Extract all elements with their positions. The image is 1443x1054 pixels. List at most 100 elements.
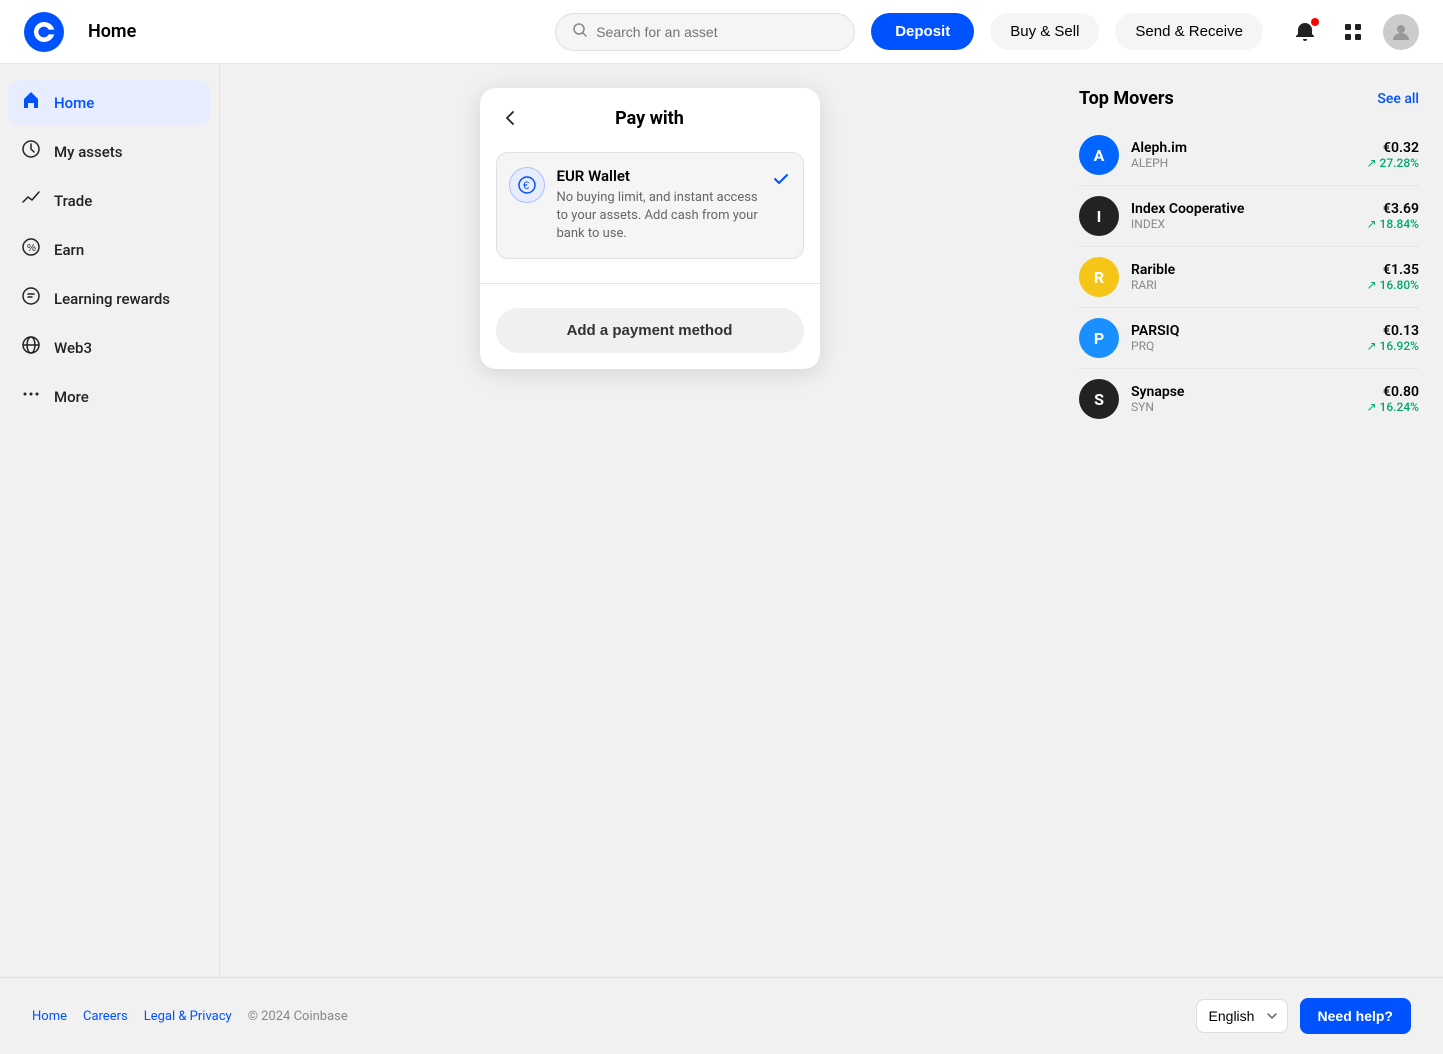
my-assets-icon bbox=[20, 139, 42, 164]
footer: Home Careers Legal & Privacy © 2024 Coin… bbox=[0, 977, 1443, 1054]
sidebar-item-my-assets-label: My assets bbox=[54, 143, 122, 161]
mover-symbol: ALEPH bbox=[1131, 156, 1355, 170]
svg-text:%: % bbox=[27, 243, 36, 254]
pay-with-modal: Pay with € EUR Wallet No buying limit, a… bbox=[480, 88, 820, 369]
mover-info: Rarible RARI bbox=[1131, 262, 1355, 292]
mover-info: PARSIQ PRQ bbox=[1131, 323, 1355, 353]
mover-price: €0.80 bbox=[1367, 384, 1420, 400]
mover-name: Aleph.im bbox=[1131, 140, 1355, 156]
eur-wallet-description: No buying limit, and instant access to y… bbox=[557, 189, 759, 244]
mover-price-info: €0.32 ↗ 27.28% bbox=[1367, 140, 1420, 170]
main-content: Pay with € EUR Wallet No buying limit, a… bbox=[220, 64, 1443, 977]
mover-price: €3.69 bbox=[1367, 201, 1420, 217]
mover-icon: A bbox=[1079, 135, 1119, 175]
eur-wallet-name: EUR Wallet bbox=[557, 167, 759, 185]
sidebar-item-home[interactable]: Home bbox=[8, 80, 211, 125]
home-icon bbox=[20, 90, 42, 115]
mover-item[interactable]: I Index Cooperative INDEX €3.69 ↗ 18.84% bbox=[1079, 186, 1419, 247]
trade-icon bbox=[20, 188, 42, 213]
mover-info: Index Cooperative INDEX bbox=[1131, 201, 1355, 231]
mover-icon: S bbox=[1079, 379, 1119, 419]
mover-price-info: €3.69 ↗ 18.84% bbox=[1367, 201, 1420, 231]
earn-icon: % bbox=[20, 237, 42, 262]
mover-price-info: €0.13 ↗ 16.92% bbox=[1367, 323, 1420, 353]
modal-body: € EUR Wallet No buying limit, and instan… bbox=[480, 144, 820, 275]
mover-change: ↗ 16.24% bbox=[1367, 400, 1420, 414]
mover-info: Aleph.im ALEPH bbox=[1131, 140, 1355, 170]
mover-change: ↗ 16.92% bbox=[1367, 339, 1420, 353]
add-payment-button[interactable]: Add a payment method bbox=[496, 308, 804, 353]
modal-footer: Add a payment method bbox=[480, 292, 820, 369]
topnav-icons bbox=[1287, 14, 1419, 50]
footer-link-careers[interactable]: Careers bbox=[83, 1009, 128, 1024]
mover-info: Synapse SYN bbox=[1131, 384, 1355, 414]
eur-wallet-option[interactable]: € EUR Wallet No buying limit, and instan… bbox=[496, 152, 804, 259]
sidebar-item-earn-label: Earn bbox=[54, 241, 84, 259]
svg-text:€: € bbox=[523, 180, 529, 192]
mover-item[interactable]: A Aleph.im ALEPH €0.32 ↗ 27.28% bbox=[1079, 125, 1419, 186]
mover-change: ↗ 27.28% bbox=[1367, 156, 1420, 170]
send-receive-button[interactable]: Send & Receive bbox=[1115, 13, 1263, 50]
right-panel: Top Movers See all A Aleph.im ALEPH €0.3… bbox=[1079, 88, 1419, 953]
sidebar-item-web3[interactable]: Web3 bbox=[8, 325, 211, 370]
footer-links: Home Careers Legal & Privacy © 2024 Coin… bbox=[32, 1009, 1176, 1024]
top-movers-header: Top Movers See all bbox=[1079, 88, 1419, 109]
language-select[interactable]: English bbox=[1196, 999, 1288, 1033]
search-icon bbox=[572, 22, 588, 42]
mover-price: €0.13 bbox=[1367, 323, 1420, 339]
mover-change: ↗ 18.84% bbox=[1367, 217, 1420, 231]
sidebar-item-trade-label: Trade bbox=[54, 192, 92, 210]
deposit-button[interactable]: Deposit bbox=[871, 13, 974, 50]
eur-wallet-icon: € bbox=[509, 167, 545, 203]
mover-symbol: PRQ bbox=[1131, 339, 1355, 353]
mover-icon: P bbox=[1079, 318, 1119, 358]
mover-item[interactable]: P PARSIQ PRQ €0.13 ↗ 16.92% bbox=[1079, 308, 1419, 369]
mover-icon: I bbox=[1079, 196, 1119, 236]
mover-price-info: €1.35 ↗ 16.80% bbox=[1367, 262, 1420, 292]
mover-change: ↗ 16.80% bbox=[1367, 278, 1420, 292]
search-bar[interactable] bbox=[555, 13, 855, 51]
modal-divider bbox=[480, 283, 820, 284]
selected-checkmark bbox=[771, 169, 791, 194]
mover-name: PARSIQ bbox=[1131, 323, 1355, 339]
footer-link-home[interactable]: Home bbox=[32, 1009, 67, 1024]
see-all-link[interactable]: See all bbox=[1377, 91, 1419, 107]
need-help-button[interactable]: Need help? bbox=[1300, 998, 1411, 1034]
sidebar-item-my-assets[interactable]: My assets bbox=[8, 129, 211, 174]
eur-wallet-info: EUR Wallet No buying limit, and instant … bbox=[557, 167, 759, 244]
sidebar-item-learning-rewards[interactable]: Learning rewards bbox=[8, 276, 211, 321]
search-input[interactable] bbox=[596, 24, 838, 40]
mover-price-info: €0.80 ↗ 16.24% bbox=[1367, 384, 1420, 414]
learning-rewards-icon bbox=[20, 286, 42, 311]
modal-back-button[interactable] bbox=[500, 108, 520, 128]
footer-right: English Need help? bbox=[1196, 998, 1411, 1034]
sidebar-item-trade[interactable]: Trade bbox=[8, 178, 211, 223]
mover-symbol: INDEX bbox=[1131, 217, 1355, 231]
more-icon bbox=[20, 384, 42, 409]
mover-item[interactable]: R Rarible RARI €1.35 ↗ 16.80% bbox=[1079, 247, 1419, 308]
modal-title: Pay with bbox=[615, 108, 684, 129]
page-title: Home bbox=[88, 21, 136, 42]
sidebar-item-earn[interactable]: % Earn bbox=[8, 227, 211, 272]
footer-copyright: © 2024 Coinbase bbox=[248, 1009, 348, 1024]
layout: Home My assets Trade % Earn Learning rew… bbox=[0, 64, 1443, 977]
sidebar-item-learning-rewards-label: Learning rewards bbox=[54, 290, 170, 308]
mover-name: Index Cooperative bbox=[1131, 201, 1355, 217]
footer-link-legal[interactable]: Legal & Privacy bbox=[144, 1009, 232, 1024]
mover-price: €1.35 bbox=[1367, 262, 1420, 278]
notifications-button[interactable] bbox=[1287, 14, 1323, 50]
grid-menu-button[interactable] bbox=[1335, 14, 1371, 50]
coinbase-logo[interactable] bbox=[24, 12, 64, 52]
sidebar-item-web3-label: Web3 bbox=[54, 339, 92, 357]
buy-sell-button[interactable]: Buy & Sell bbox=[990, 13, 1099, 50]
sidebar-item-more[interactable]: More bbox=[8, 374, 211, 419]
web3-icon bbox=[20, 335, 42, 360]
avatar[interactable] bbox=[1383, 14, 1419, 50]
notification-dot bbox=[1311, 18, 1319, 26]
mover-symbol: SYN bbox=[1131, 400, 1355, 414]
mover-symbol: RARI bbox=[1131, 278, 1355, 292]
mover-item[interactable]: S Synapse SYN €0.80 ↗ 16.24% bbox=[1079, 369, 1419, 429]
sidebar-item-home-label: Home bbox=[54, 94, 94, 112]
sidebar-item-more-label: More bbox=[54, 388, 89, 406]
modal-header: Pay with bbox=[480, 88, 820, 144]
